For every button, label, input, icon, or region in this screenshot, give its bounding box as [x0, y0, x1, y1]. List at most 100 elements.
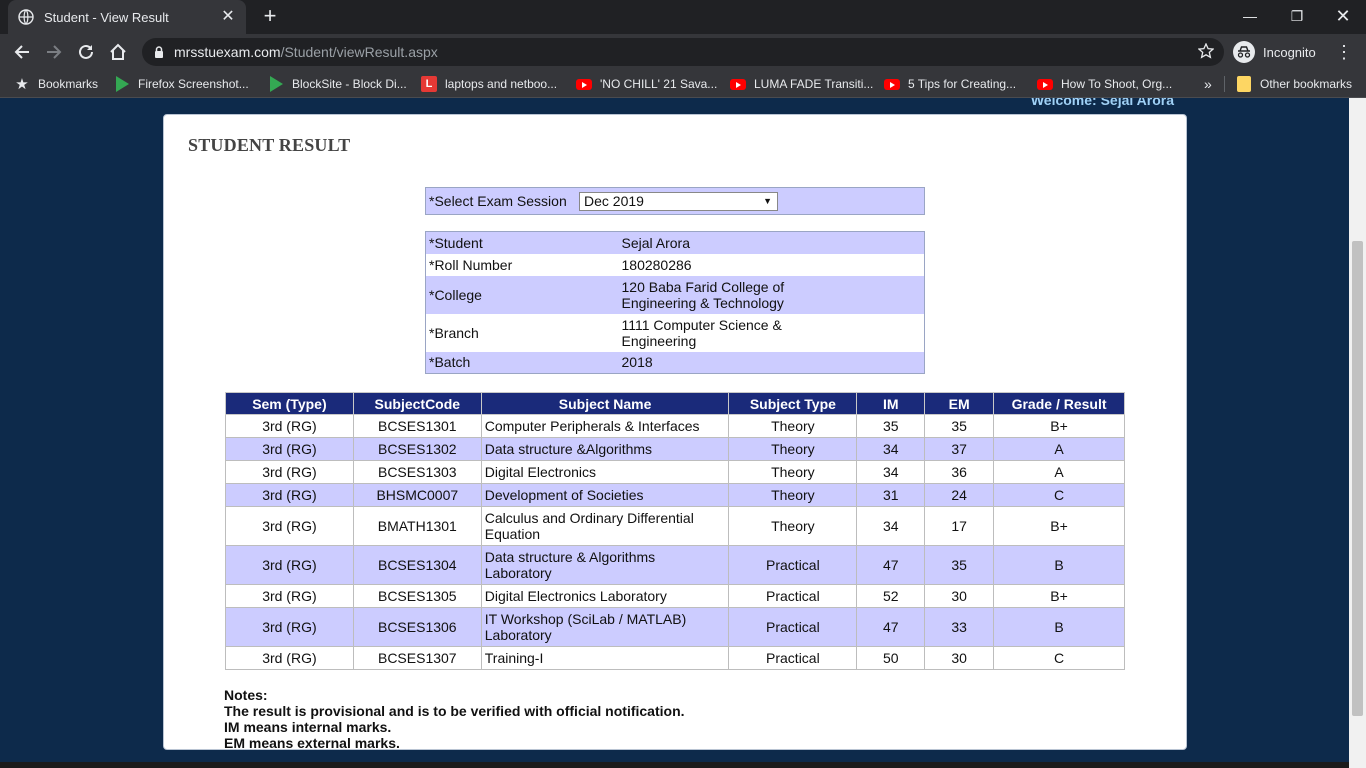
subject-name-cell: Training-I — [480, 646, 730, 670]
bookmarks-bar: ★ Bookmarks Firefox Screenshot... BlockS… — [0, 70, 1366, 98]
lock-icon — [154, 45, 164, 59]
bookmark-label: Bookmarks — [38, 77, 99, 91]
grade-cell: C — [993, 646, 1125, 670]
dropdown-arrow-icon: ▼ — [763, 196, 772, 206]
tab-strip: Student - View Result ✕ + — ❐ ✕ — [0, 0, 1366, 34]
info-value-line: Engineering & Technology — [621, 294, 784, 311]
subject-name-line: Equation — [484, 526, 541, 542]
sem-cell: 3rd (RG) — [225, 460, 354, 484]
subject-name-line: Laboratory — [484, 627, 552, 643]
info-value-line: Engineering — [621, 332, 697, 349]
tab-title: Student - View Result — [44, 9, 169, 25]
info-row: *Batch 2018 — [425, 351, 925, 374]
exam-session-select[interactable]: Dec 2019 ▼ — [579, 192, 778, 211]
table-row: 3rd (RG) BCSES1306 IT Workshop (SciLab / M… — [225, 607, 1125, 647]
column-header: IM — [856, 392, 926, 415]
youtube-icon — [884, 76, 900, 92]
column-header: Subject Name — [480, 392, 730, 415]
home-button[interactable] — [106, 40, 130, 64]
restore-button[interactable]: ❐ — [1282, 4, 1312, 28]
exam-session-value: Dec 2019 — [584, 193, 644, 209]
subject-code-cell: BCSES1301 — [352, 414, 482, 438]
grade-cell: B+ — [993, 506, 1125, 546]
em-cell: 33 — [924, 607, 995, 647]
table-row: 3rd (RG) BCSES1302 Data structure &Algorit… — [225, 437, 1125, 461]
notes-section: Notes: The result is provisional and is … — [224, 687, 685, 751]
sem-cell: 3rd (RG) — [225, 437, 354, 461]
info-row: *College 120 Baba Farid College of Engine… — [425, 275, 925, 314]
menu-kebab-icon[interactable]: ⋮ — [1334, 40, 1354, 64]
star-icon: ★ — [15, 76, 29, 93]
sem-cell: 3rd (RG) — [225, 545, 354, 585]
bookmark-item[interactable]: How To Shoot, Org... — [1037, 70, 1172, 98]
student-info-table: *Student Sejal Arora *Roll Number 180280… — [425, 231, 925, 374]
close-tab-icon[interactable]: ✕ — [220, 9, 236, 25]
subject-name-cell: Digital Electronics Laboratory — [480, 584, 730, 608]
close-window-button[interactable]: ✕ — [1328, 4, 1358, 28]
grade-cell: B+ — [993, 584, 1125, 608]
play-store-icon — [114, 76, 130, 92]
subject-code-cell: BCSES1302 — [352, 437, 482, 461]
address-bar[interactable]: mrsstuexam.com/Student/viewResult.aspx — [142, 38, 1224, 66]
back-button[interactable] — [10, 40, 34, 64]
em-cell: 30 — [924, 584, 995, 608]
table-row: 3rd (RG) BMATH1301 Calculus and Ordinary D… — [225, 506, 1125, 546]
subject-name-cell: Computer Peripherals & Interfaces — [480, 414, 730, 438]
subject-name-line: Laboratory — [484, 565, 552, 581]
im-cell: 31 — [856, 483, 926, 507]
back-arrow-icon — [14, 45, 29, 59]
subject-name-line: Digital Electronics Laboratory — [484, 588, 667, 604]
subject-name-cell: Data structure &Algorithms — [480, 437, 730, 461]
subject-name-line: Calculus and Ordinary Differential — [484, 510, 694, 526]
bookmark-item[interactable]: BlockSite - Block Di... — [268, 70, 407, 98]
column-header: Subject Type — [728, 392, 858, 415]
subject-name-cell: Development of Societies — [480, 483, 730, 507]
bookmarks-overflow-button[interactable]: » — [1204, 70, 1212, 98]
welcome-text: Welcome: Sejal Arora — [1030, 98, 1174, 108]
bookmark-item[interactable]: Firefox Screenshot... — [114, 70, 249, 98]
youtube-icon — [730, 76, 746, 92]
em-cell: 36 — [924, 460, 995, 484]
browser-tab[interactable]: Student - View Result ✕ — [8, 0, 246, 34]
im-cell: 47 — [856, 607, 926, 647]
minimize-button[interactable]: — — [1235, 4, 1265, 28]
bookmark-item[interactable]: Other bookmarks — [1236, 70, 1352, 98]
em-cell: 35 — [924, 545, 995, 585]
subject-name-cell: Calculus and Ordinary Differential Equati… — [480, 506, 730, 546]
im-cell: 52 — [856, 584, 926, 608]
subject-type-cell: Theory — [728, 483, 858, 507]
info-row: *Roll Number 180280286 — [425, 253, 925, 276]
bookmark-star-icon[interactable] — [1197, 42, 1215, 62]
forward-button[interactable] — [42, 40, 66, 64]
info-row: *Branch 1111 Computer Science & Engineeri… — [425, 313, 925, 352]
im-cell: 34 — [856, 460, 926, 484]
bookmark-label: LUMA FADE Transiti... — [754, 77, 874, 91]
bookmark-item[interactable]: LUMA FADE Transiti... — [730, 70, 873, 98]
bookmark-label: 'NO CHILL' 21 Sava... — [600, 77, 718, 91]
grade-cell: B — [993, 545, 1125, 585]
bookmark-label: How To Shoot, Org... — [1061, 77, 1173, 91]
sem-cell: 3rd (RG) — [225, 646, 354, 670]
subject-type-cell: Practical — [728, 584, 858, 608]
column-header: EM — [924, 392, 995, 415]
bookmark-item[interactable]: 'NO CHILL' 21 Sava... — [576, 70, 717, 98]
scrollbar-thumb[interactable] — [1352, 241, 1363, 716]
url-path: /Student/viewResult.aspx — [280, 44, 438, 60]
incognito-indicator[interactable]: Incognito — [1233, 38, 1316, 66]
bookmark-item[interactable]: L laptops and netboo... — [421, 70, 557, 98]
bookmark-item[interactable]: 5 Tips for Creating... — [884, 70, 1016, 98]
page-scrollbar[interactable] — [1349, 98, 1366, 768]
reload-button[interactable] — [74, 40, 98, 64]
subject-name-line: Training-I — [484, 650, 544, 666]
info-label: *College — [429, 286, 482, 303]
column-header: SubjectCode — [352, 392, 482, 415]
browser-toolbar: mrsstuexam.com/Student/viewResult.aspx I… — [0, 34, 1366, 70]
new-tab-button[interactable]: + — [259, 5, 281, 28]
bookmark-item[interactable]: ★ Bookmarks — [14, 70, 98, 98]
info-value: 2018 — [621, 354, 653, 371]
subject-code-cell: BCSES1303 — [352, 460, 482, 484]
subject-type-cell: Theory — [728, 460, 858, 484]
play-store-icon — [268, 76, 284, 92]
subject-name-line: IT Workshop (SciLab / MATLAB) — [484, 611, 687, 627]
incognito-icon — [1233, 41, 1255, 63]
